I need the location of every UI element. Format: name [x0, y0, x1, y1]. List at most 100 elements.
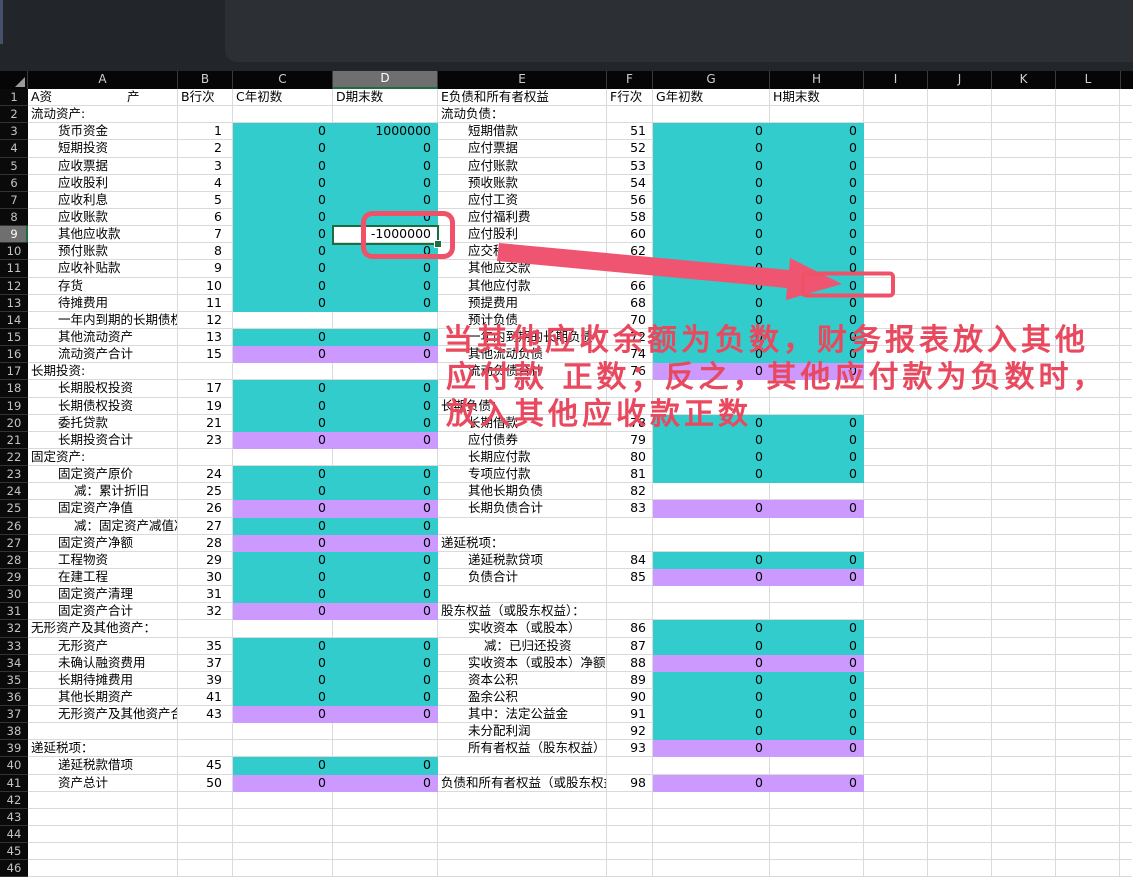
cell-G32[interactable]: 0 — [653, 620, 770, 637]
cell-B5[interactable]: 3 — [178, 158, 233, 175]
cell-E43[interactable] — [438, 809, 607, 826]
cell-F6[interactable]: 54 — [607, 175, 653, 192]
cell-G16[interactable]: 0 — [653, 346, 770, 363]
cell-B36[interactable]: 41 — [178, 689, 233, 706]
cell-B23[interactable]: 24 — [178, 466, 233, 483]
col-header-G[interactable]: G — [653, 71, 770, 89]
cell-L19[interactable] — [1056, 398, 1120, 415]
cell-B27[interactable]: 28 — [178, 535, 233, 552]
cell-C6[interactable]: 0 — [233, 175, 333, 192]
row-number-15[interactable]: 15 — [0, 329, 28, 346]
cell-E34[interactable]: 实收资本（或股本）净额 — [438, 655, 607, 672]
cell-D6[interactable]: 0 — [333, 175, 438, 192]
cell-B20[interactable]: 21 — [178, 415, 233, 432]
cell-M45[interactable] — [1120, 843, 1132, 860]
cell-D9[interactable]: -1000000 — [333, 226, 438, 243]
cell-G10[interactable]: 0 — [653, 243, 770, 260]
cell-M6[interactable] — [1120, 175, 1132, 192]
row-number-38[interactable]: 38 — [0, 723, 28, 740]
cell-A24[interactable]: 减：累计折旧 — [28, 483, 178, 500]
cell-B8[interactable]: 6 — [178, 209, 233, 226]
cell-D22[interactable] — [333, 449, 438, 466]
cell-M4[interactable] — [1120, 140, 1132, 157]
cell-B33[interactable]: 35 — [178, 638, 233, 655]
cell-H1[interactable]: H期末数 — [770, 89, 864, 106]
row-number-2[interactable]: 2 — [0, 106, 28, 123]
cell-A13[interactable]: 待摊费用 — [28, 295, 178, 312]
cell-I27[interactable] — [864, 535, 928, 552]
cell-I23[interactable] — [864, 466, 928, 483]
cell-A22[interactable]: 固定资产: — [28, 449, 178, 466]
cell-B21[interactable]: 23 — [178, 432, 233, 449]
cell-J33[interactable] — [928, 638, 992, 655]
cell-C31[interactable]: 0 — [233, 603, 333, 620]
cell-B45[interactable] — [178, 843, 233, 860]
cell-J36[interactable] — [928, 689, 992, 706]
cell-E7[interactable]: 应付工资 — [438, 192, 607, 209]
cell-M13[interactable] — [1120, 295, 1132, 312]
row-number-6[interactable]: 6 — [0, 175, 28, 192]
col-header-L[interactable]: L — [1056, 71, 1121, 89]
cell-H21[interactable]: 0 — [770, 432, 864, 449]
cell-A9[interactable]: 其他应收款 — [28, 226, 178, 243]
row-number-39[interactable]: 39 — [0, 740, 28, 757]
cell-D26[interactable]: 0 — [333, 518, 438, 535]
cell-M21[interactable] — [1120, 432, 1132, 449]
cell-L12[interactable] — [1056, 278, 1120, 295]
cell-G42[interactable] — [653, 792, 770, 809]
cell-B25[interactable]: 26 — [178, 500, 233, 517]
cell-E3[interactable]: 短期借款 — [438, 123, 607, 140]
cell-M22[interactable] — [1120, 449, 1132, 466]
cell-F17[interactable]: 76 — [607, 363, 653, 380]
cell-L7[interactable] — [1056, 192, 1120, 209]
cell-M19[interactable] — [1120, 398, 1132, 415]
cell-D3[interactable]: 1000000 — [333, 123, 438, 140]
cell-H42[interactable] — [770, 792, 864, 809]
cell-L4[interactable] — [1056, 140, 1120, 157]
cell-E2[interactable]: 流动负债： — [438, 106, 607, 123]
cell-C16[interactable]: 0 — [233, 346, 333, 363]
cell-C10[interactable]: 0 — [233, 243, 333, 260]
cell-H8[interactable]: 0 — [770, 209, 864, 226]
cell-A4[interactable]: 短期投资 — [28, 140, 178, 157]
cell-K40[interactable] — [992, 757, 1056, 774]
cell-K41[interactable] — [992, 775, 1056, 792]
cell-A42[interactable] — [28, 792, 178, 809]
cell-J32[interactable] — [928, 620, 992, 637]
cell-D44[interactable] — [333, 826, 438, 843]
cell-B37[interactable]: 43 — [178, 706, 233, 723]
cell-H46[interactable] — [770, 860, 864, 877]
cell-B38[interactable] — [178, 723, 233, 740]
cell-K2[interactable] — [992, 106, 1056, 123]
cell-L2[interactable] — [1056, 106, 1120, 123]
cell-C1[interactable]: C年初数 — [233, 89, 333, 106]
cell-K32[interactable] — [992, 620, 1056, 637]
cell-E42[interactable] — [438, 792, 607, 809]
cell-A21[interactable]: 长期投资合计 — [28, 432, 178, 449]
row-number-16[interactable]: 16 — [0, 346, 28, 363]
cell-G38[interactable]: 0 — [653, 723, 770, 740]
cell-J4[interactable] — [928, 140, 992, 157]
cell-I32[interactable] — [864, 620, 928, 637]
cell-D46[interactable] — [333, 860, 438, 877]
cell-H37[interactable]: 0 — [770, 706, 864, 723]
cell-D15[interactable]: 0 — [333, 329, 438, 346]
col-header-B[interactable]: B — [178, 71, 233, 89]
cell-I36[interactable] — [864, 689, 928, 706]
cell-M29[interactable] — [1120, 569, 1132, 586]
cell-E10[interactable]: 应交税金 — [438, 243, 607, 260]
cell-D19[interactable]: 0 — [333, 398, 438, 415]
cell-H12[interactable]: 0 — [770, 278, 864, 295]
cell-F29[interactable]: 85 — [607, 569, 653, 586]
cell-L33[interactable] — [1056, 638, 1120, 655]
row-number-23[interactable]: 23 — [0, 466, 28, 483]
cell-C30[interactable]: 0 — [233, 586, 333, 603]
cell-F46[interactable] — [607, 860, 653, 877]
cell-K46[interactable] — [992, 860, 1056, 877]
cell-B9[interactable]: 7 — [178, 226, 233, 243]
cell-A27[interactable]: 固定资产净额 — [28, 535, 178, 552]
row-number-34[interactable]: 34 — [0, 655, 28, 672]
cell-I24[interactable] — [864, 483, 928, 500]
cell-B46[interactable] — [178, 860, 233, 877]
cell-L43[interactable] — [1056, 809, 1120, 826]
